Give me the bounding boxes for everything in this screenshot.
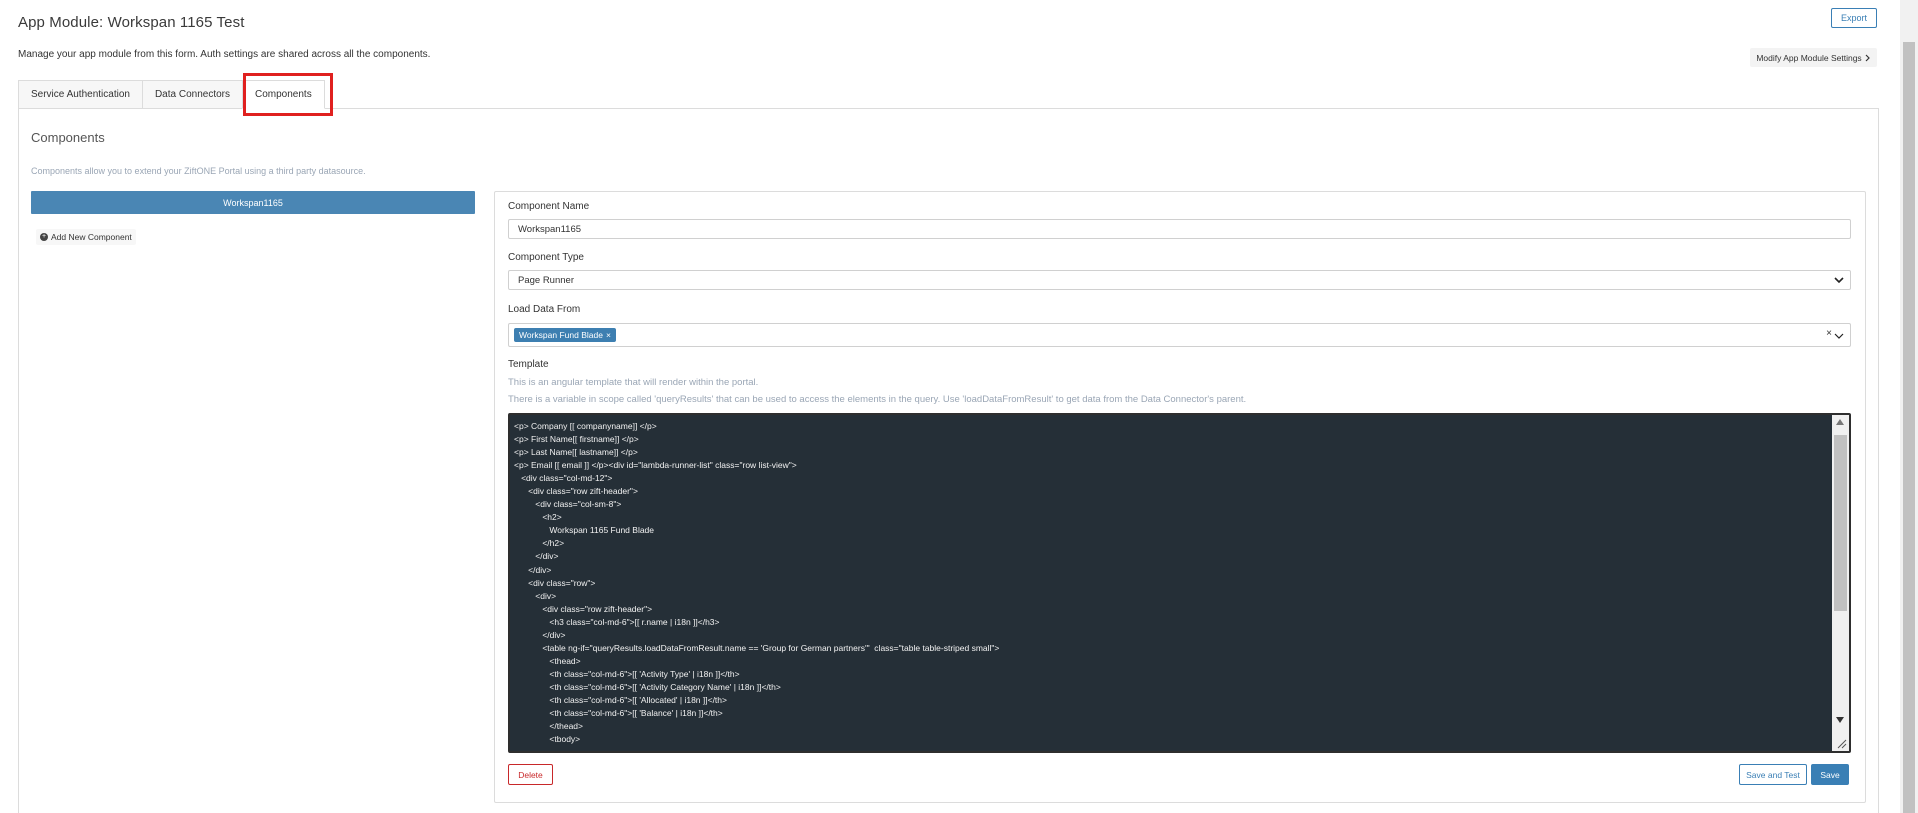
component-type-select[interactable]: Page Runner — [508, 270, 1851, 290]
template-code[interactable]: <p> Company [[ companyname]] </p> <p> Fi… — [514, 420, 999, 746]
page-title: App Module: Workspan 1165 Test — [18, 14, 245, 31]
component-type-value: Page Runner — [518, 274, 574, 286]
tab-service-authentication[interactable]: Service Authentication — [18, 80, 142, 109]
save-button[interactable]: Save — [1811, 764, 1849, 785]
scroll-up-icon[interactable] — [1836, 419, 1844, 425]
component-name-label: Component Name — [508, 201, 590, 212]
save-and-test-button[interactable]: Save and Test — [1739, 764, 1807, 785]
page-scrollbar[interactable] — [1900, 0, 1918, 813]
template-hint-1: This is an angular template that will re… — [508, 377, 759, 388]
load-data-from-label: Load Data From — [508, 304, 581, 315]
delete-button[interactable]: Delete — [508, 764, 553, 785]
component-type-label: Component Type — [508, 252, 584, 263]
modify-settings-label: Modify App Module Settings — [1756, 52, 1862, 63]
plus-circle-icon: + — [40, 233, 48, 241]
load-data-tag[interactable]: Workspan Fund Blade × — [514, 328, 616, 342]
export-button[interactable]: Export — [1831, 8, 1877, 28]
template-code-editor[interactable]: <p> Company [[ companyname]] </p> <p> Fi… — [508, 413, 1851, 753]
template-hint-2: There is a variable in scope called 'que… — [508, 394, 1247, 405]
load-data-tag-label: Workspan Fund Blade — [519, 330, 603, 340]
page-scrollbar-thumb[interactable] — [1903, 42, 1915, 813]
section-description: Components allow you to extend your Zift… — [31, 166, 366, 176]
component-name-input[interactable]: Workspan1165 — [508, 219, 1851, 239]
clear-icon[interactable]: × — [1826, 328, 1832, 339]
add-new-component-button[interactable]: + Add New Component — [36, 229, 136, 245]
section-title: Components — [31, 130, 105, 145]
page-description: Manage your app module from this form. A… — [18, 49, 431, 60]
tab-data-connectors[interactable]: Data Connectors — [141, 80, 242, 109]
editor-scrollbar[interactable] — [1832, 415, 1849, 751]
component-name-value: Workspan1165 — [518, 223, 582, 235]
chevron-down-icon — [1834, 277, 1844, 284]
load-data-from-select[interactable]: Workspan Fund Blade × × — [508, 323, 1851, 347]
modify-app-module-settings-button[interactable]: Modify App Module Settings — [1750, 48, 1877, 67]
tag-remove-icon[interactable]: × — [606, 330, 611, 340]
chevron-right-icon — [1865, 54, 1870, 61]
add-new-component-label: Add New Component — [51, 232, 132, 242]
tab-highlight-box — [243, 73, 333, 116]
component-list-item[interactable]: Workspan1165 — [31, 191, 475, 214]
template-label: Template — [508, 359, 549, 370]
chevron-down-icon — [1834, 333, 1844, 339]
scrollbar-thumb[interactable] — [1834, 435, 1847, 611]
scroll-down-icon[interactable] — [1836, 717, 1844, 723]
resize-handle-icon[interactable] — [1835, 737, 1847, 749]
